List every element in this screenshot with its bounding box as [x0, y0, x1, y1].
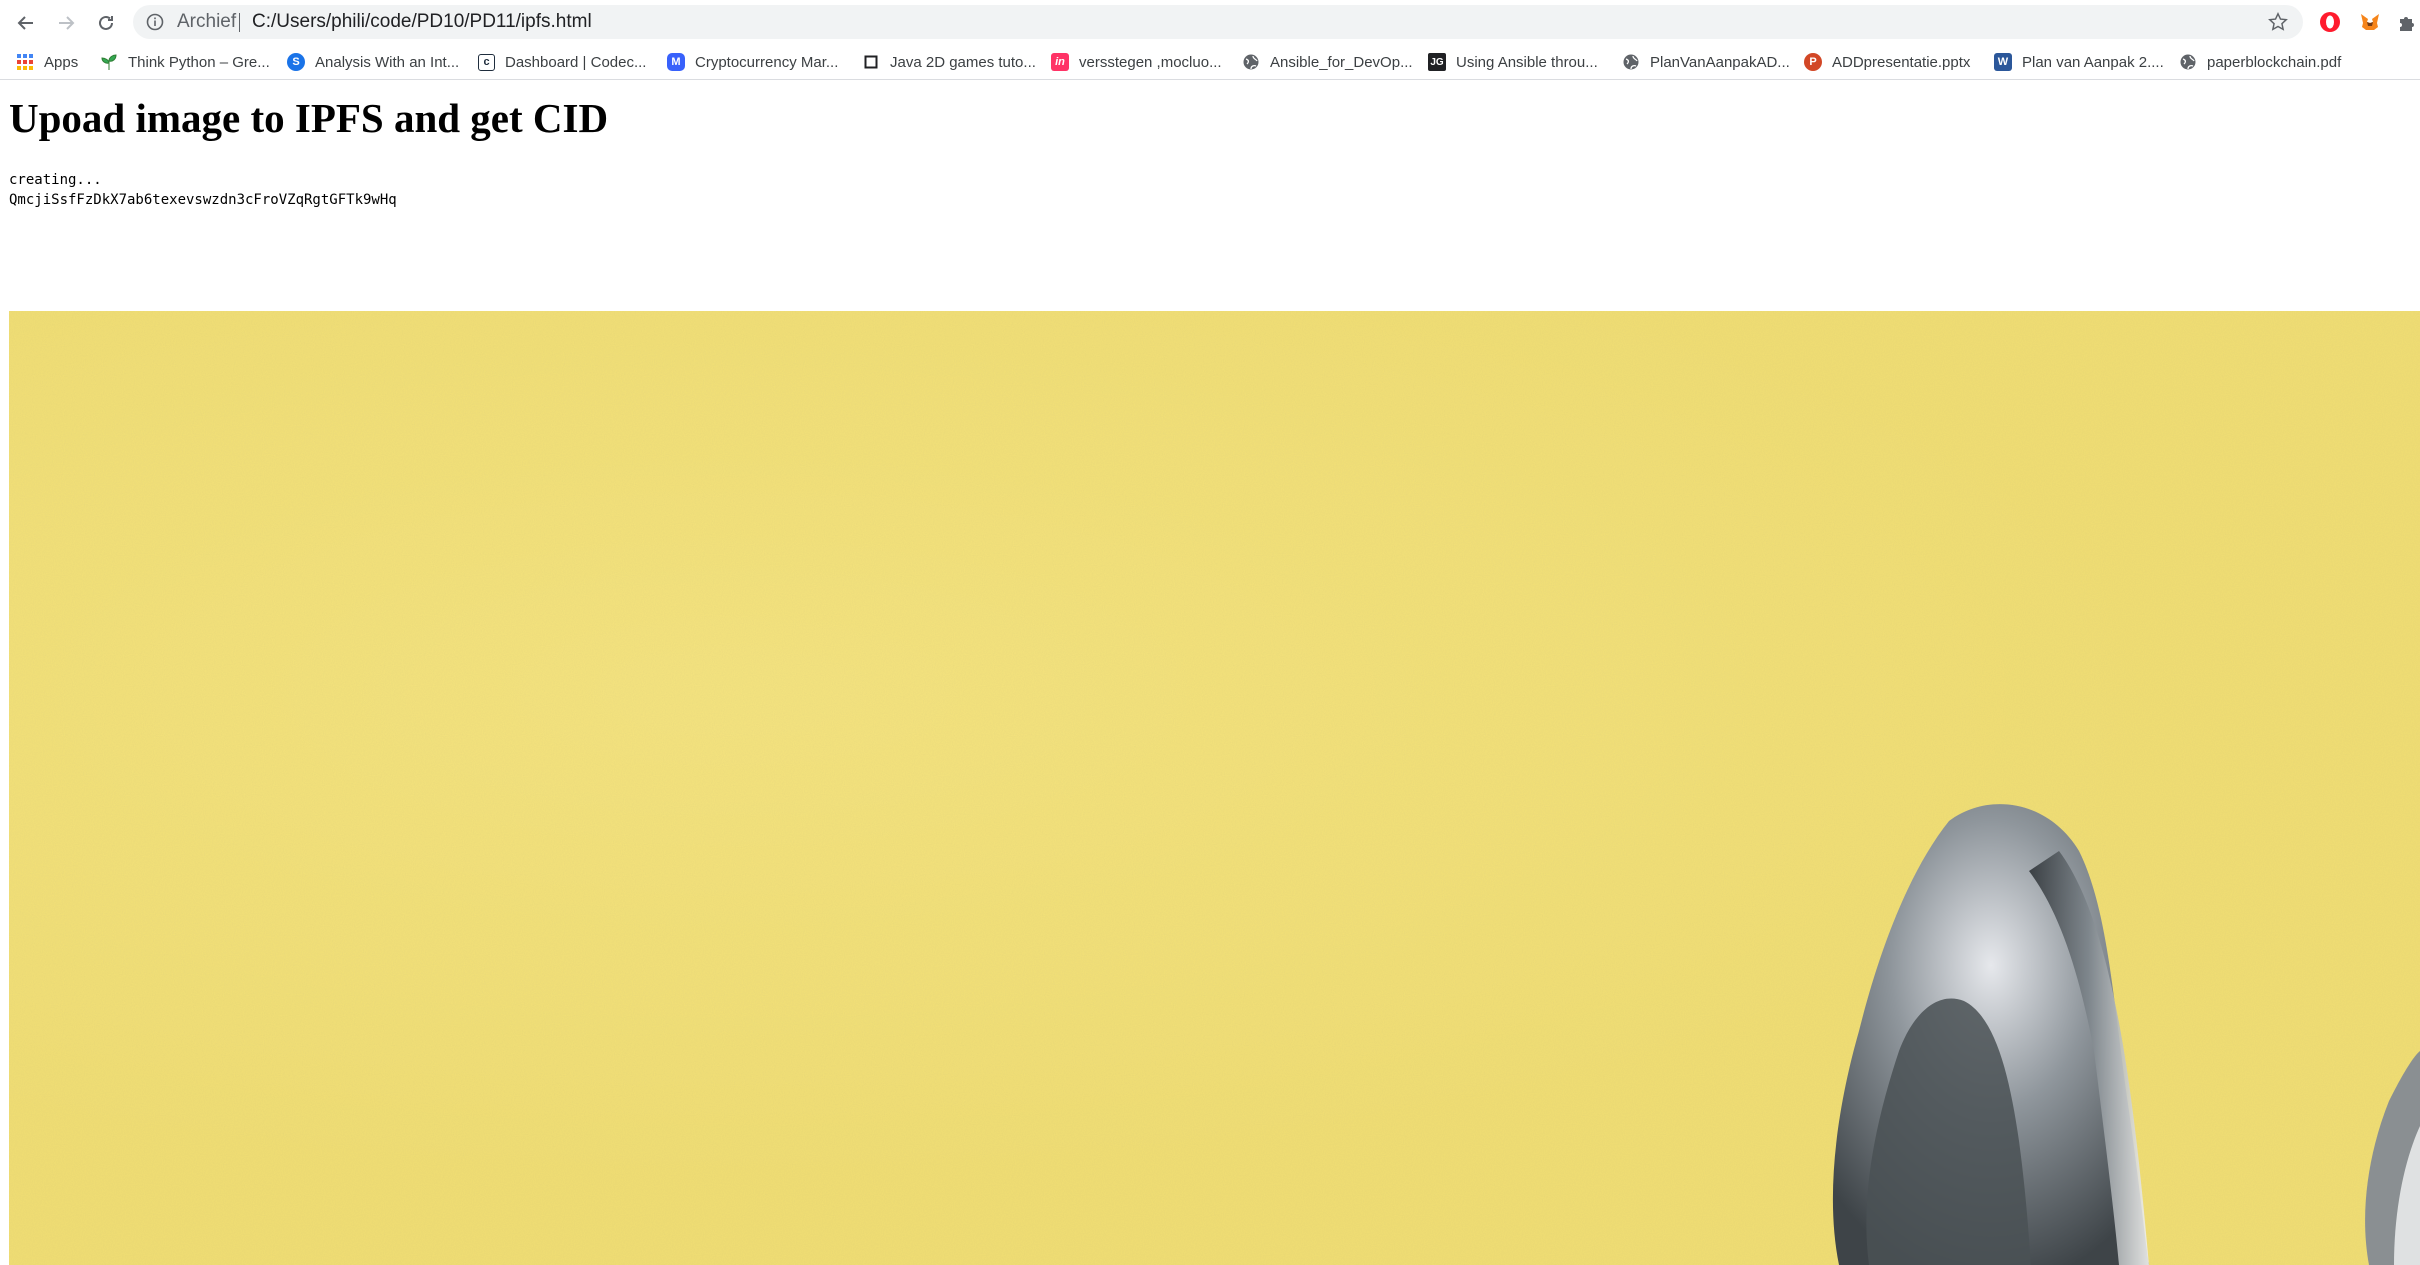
word-icon: W [1994, 53, 2012, 71]
bookmark-label: Plan van Aanpak 2.... [2022, 53, 2164, 71]
globe-icon [2179, 53, 2197, 71]
cid-text: QmcjiSsfFzDkX7ab6texevswzdn3cFroVZqRgtGF… [9, 192, 397, 208]
bookmark-paperblockchain[interactable]: paperblockchain.pdf [2179, 50, 2341, 74]
leaf-icon [100, 53, 118, 71]
address-url[interactable]: C:/Users/phili/code/PD10/PD11/ipfs.html [252, 11, 592, 33]
bookmark-label: Cryptocurrency Mar... [695, 53, 839, 71]
bookmark-label: Using Ansible throu... [1456, 53, 1598, 71]
globe-icon: S [287, 53, 305, 71]
bookmark-using-ansible[interactable]: JG Using Ansible throu... [1428, 50, 1598, 74]
address-bar[interactable]: Archief C:/Users/phili/code/PD10/PD11/ip… [133, 5, 2303, 39]
reload-button[interactable] [91, 8, 121, 38]
metamask-fox-icon[interactable] [2358, 10, 2382, 34]
info-icon[interactable] [145, 12, 165, 32]
square-icon [862, 53, 880, 71]
bookmark-label: Think Python – Gre... [128, 53, 270, 71]
star-icon[interactable] [2267, 11, 2289, 33]
globe-icon [1242, 53, 1260, 71]
status-text: creating... [9, 172, 102, 188]
bookmark-label: paperblockchain.pdf [2207, 53, 2342, 71]
bookmark-java-2d[interactable]: Java 2D games tuto... [862, 50, 1036, 74]
browser-toolbar: Archief C:/Users/phili/code/PD10/PD11/ip… [0, 0, 2420, 45]
opera-extension-icon[interactable] [2318, 10, 2342, 34]
codecademy-icon: c [478, 53, 495, 71]
apps-grid-icon [16, 53, 34, 71]
powerpoint-icon: P [1804, 53, 1822, 71]
arrow-left-icon [17, 16, 33, 30]
bookmark-analysis[interactable]: S Analysis With an Int... [287, 50, 459, 74]
bookmark-coinmarketcap[interactable]: M Cryptocurrency Mar... [667, 50, 838, 74]
bookmarks-bar: Apps Think Python – Gre... S Analysis Wi… [0, 45, 2420, 80]
bookmark-codecademy[interactable]: c Dashboard | Codec... [478, 50, 646, 74]
bookmark-label: versstegen ,mocluo... [1079, 53, 1222, 71]
bookmark-think-python[interactable]: Think Python – Gre... [100, 50, 270, 74]
bookmark-label: ADDpresentatie.pptx [1832, 53, 1971, 71]
bookmark-label: Java 2D games tuto... [890, 53, 1036, 71]
jg-icon: JG [1428, 53, 1446, 71]
globe-icon [1622, 53, 1640, 71]
puzzle-extensions-icon[interactable] [2396, 10, 2420, 34]
arrow-right-icon [59, 16, 75, 30]
address-scheme-label: Archief [177, 11, 237, 32]
bookmark-apps[interactable]: Apps [16, 50, 78, 74]
forward-button[interactable] [51, 8, 81, 38]
back-button[interactable] [11, 8, 41, 38]
invision-icon: in [1051, 53, 1069, 71]
bookmark-label: Ansible_for_DevOp... [1270, 53, 1413, 71]
bookmark-invision[interactable]: in versstegen ,mocluo... [1051, 50, 1222, 74]
page-title: Upoad image to IPFS and get CID [9, 95, 609, 141]
bookmark-addpresentatie[interactable]: P ADDpresentatie.pptx [1804, 50, 1970, 74]
coinmarketcap-icon: M [667, 53, 685, 71]
bookmark-label: Apps [44, 53, 79, 71]
bookmark-plan-van-aanpak[interactable]: W Plan van Aanpak 2.... [1994, 50, 2164, 74]
bookmark-label: PlanVanAanpakAD... [1650, 53, 1790, 71]
bookmark-label: Analysis With an Int... [315, 53, 460, 71]
address-separator [239, 13, 240, 32]
bookmark-label: Dashboard | Codec... [505, 53, 647, 71]
bookmark-planvanaanpak-ad[interactable]: PlanVanAanpakAD... [1622, 50, 1790, 74]
uploaded-photo-icon [9, 311, 2420, 1265]
reload-icon [99, 15, 113, 30]
status-output: creating... QmcjiSsfFzDkX7ab6texevswzdn3… [9, 170, 397, 210]
uploaded-image [9, 311, 2420, 1265]
bookmark-ansible-devops[interactable]: Ansible_for_DevOp... [1242, 50, 1413, 74]
